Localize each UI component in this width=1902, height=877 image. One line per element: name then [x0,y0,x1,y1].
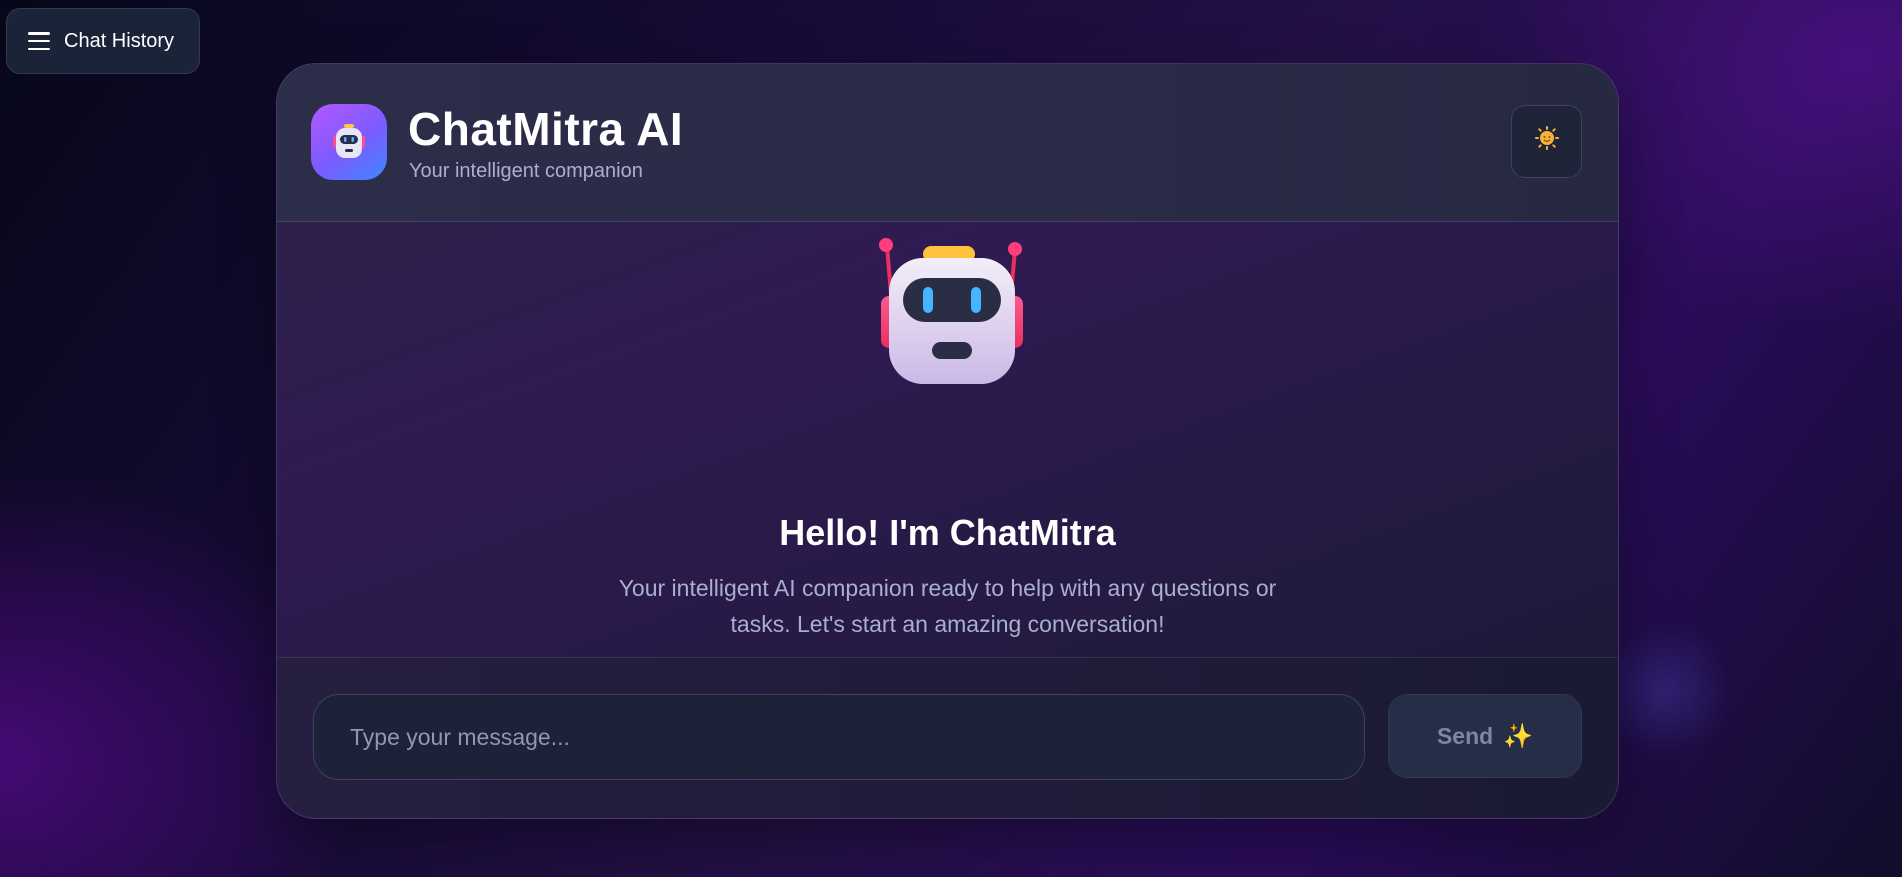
robot-logo-icon [311,104,387,180]
chat-history-button[interactable]: Chat History [6,8,200,74]
chat-history-label: Chat History [64,29,175,52]
app-subtitle: Your intelligent companion [409,160,643,182]
app-title: ChatMitra AI [408,103,684,155]
welcome-panel: Hello! I'm ChatMitra Your intelligent AI… [277,222,1618,658]
robot-mascot-icon [871,236,1033,388]
composer: Send ✨ [277,657,1618,818]
hamburger-menu-icon [28,32,50,50]
message-input[interactable] [313,694,1365,780]
chat-header: ChatMitra AI Your intelligent companion [277,64,1618,222]
send-button[interactable]: Send ✨ [1388,694,1582,778]
welcome-title: Hello! I'm ChatMitra [779,512,1116,553]
sun-icon [1534,125,1560,158]
welcome-text: Your intelligent AI companion ready to h… [618,575,1277,637]
chat-window: ChatMitra AI Your intelligent companion [276,63,1619,819]
send-label: Send [1436,722,1494,749]
theme-toggle-button[interactable] [1511,105,1582,178]
sparkles-icon: ✨ [1503,722,1534,750]
